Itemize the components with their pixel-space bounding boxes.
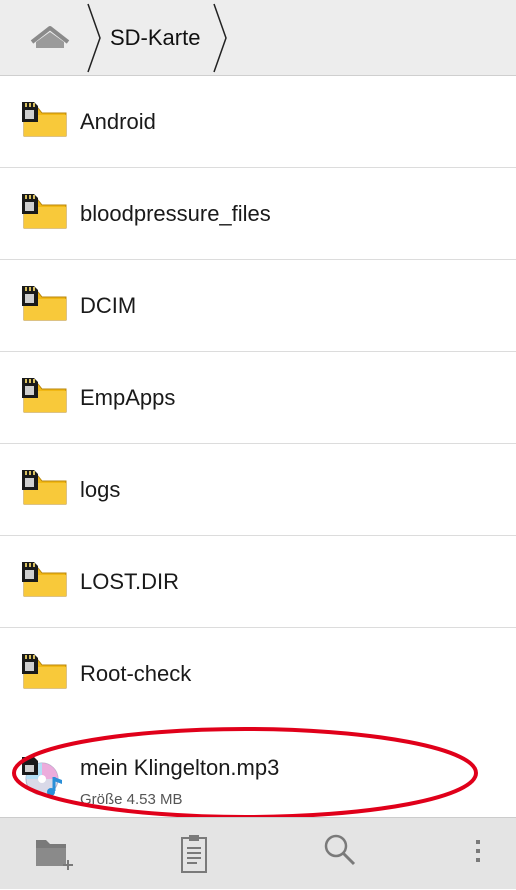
list-item-file[interactable]: mein Klingelton.mp3 Größe 4.53 MB xyxy=(0,737,516,817)
sd-folder-icon xyxy=(22,102,67,137)
list-item-folder[interactable]: logs xyxy=(0,444,516,536)
new-folder-button[interactable] xyxy=(12,818,92,890)
folder-name: logs xyxy=(80,477,121,502)
file-list: Android bloodpressure_files DCIM EmpApps… xyxy=(0,76,516,713)
folder-name: LOST.DIR xyxy=(80,569,180,594)
sd-folder-icon xyxy=(22,562,67,597)
home-button[interactable] xyxy=(22,18,78,58)
folder-name: Root-check xyxy=(80,661,192,686)
list-item-folder[interactable]: EmpApps xyxy=(0,352,516,444)
folder-name: EmpApps xyxy=(80,385,176,410)
music-file-icon xyxy=(22,757,62,796)
list-item-folder[interactable]: bloodpressure_files xyxy=(0,168,516,260)
breadcrumb-separator-icon xyxy=(87,3,101,73)
new-folder-icon xyxy=(36,840,73,870)
sd-folder-icon xyxy=(22,286,67,321)
folder-name: DCIM xyxy=(80,293,137,318)
file-name: mein Klingelton.mp3 xyxy=(80,755,280,780)
search-icon xyxy=(324,834,356,866)
file-size: Größe 4.53 MB xyxy=(80,791,183,808)
breadcrumb-item-sd-karte[interactable]: SD-Karte xyxy=(110,0,200,76)
sd-folder-icon xyxy=(22,378,67,413)
list-item-folder[interactable]: Android xyxy=(0,76,516,168)
home-icon xyxy=(30,26,70,48)
list-item-folder[interactable]: DCIM xyxy=(0,260,516,352)
sd-folder-icon xyxy=(22,194,67,229)
list-item-folder[interactable]: Root-check xyxy=(0,628,516,713)
paste-button[interactable] xyxy=(152,818,232,890)
overflow-menu-button[interactable] xyxy=(436,818,516,890)
breadcrumb-bar: SD-Karte xyxy=(0,0,516,76)
folder-name: Android xyxy=(80,109,156,134)
clipboard-icon xyxy=(181,835,207,873)
sd-folder-icon xyxy=(22,654,67,689)
search-button[interactable] xyxy=(298,818,378,890)
overflow-menu-icon xyxy=(476,840,480,862)
sd-folder-icon xyxy=(22,470,67,505)
bottom-toolbar xyxy=(0,817,516,889)
folder-name: bloodpressure_files xyxy=(80,201,271,226)
breadcrumb-separator-icon xyxy=(213,3,227,73)
list-item-folder[interactable]: LOST.DIR xyxy=(0,536,516,628)
